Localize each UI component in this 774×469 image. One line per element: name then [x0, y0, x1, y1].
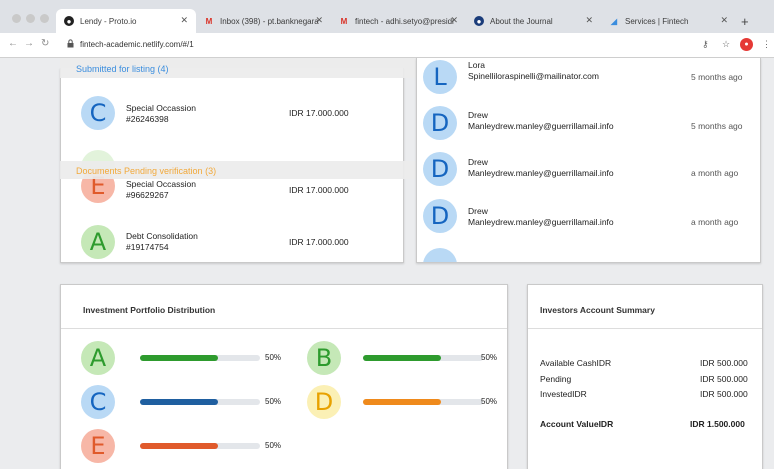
portfolio-title: Investment Portfolio Distribution — [83, 305, 216, 315]
close-icon[interactable]: ✕ — [720, 15, 728, 26]
window-dot[interactable] — [40, 14, 49, 23]
portfolio-progress-track — [140, 443, 260, 449]
user-name: Lora — [468, 60, 486, 70]
portfolio-progress-track — [363, 399, 483, 405]
dashboard: C Special Occassion #26246398 IDR 17.000… — [0, 58, 774, 469]
portfolio-progress-track — [363, 355, 483, 361]
user-name: Drew — [468, 157, 488, 167]
user-name: Drew — [468, 206, 488, 216]
fintech-icon: ◢ — [610, 16, 618, 26]
portfolio-progress-track — [140, 399, 260, 405]
close-icon[interactable]: ✕ — [585, 15, 593, 26]
portfolio-avatar: D — [307, 385, 341, 419]
portfolio-percent: 50% — [481, 353, 498, 362]
listing-id: #26246398 — [126, 114, 169, 124]
forward-icon[interactable]: → — [24, 38, 34, 49]
listing-id: #96629267 — [126, 190, 169, 200]
tab-about-journal[interactable]: ● About the Journal ✕ — [466, 9, 601, 33]
journal-icon: ● — [474, 16, 484, 26]
portfolio-card: Investment Portfolio Distribution A 50% B 5… — [60, 284, 508, 469]
proto-icon: ● — [64, 16, 74, 26]
divider — [61, 328, 507, 329]
browser-tab-bar: ● Lendy - Proto.io ✕ M Inbox (398) - pt.… — [0, 0, 774, 33]
portfolio-percent: 50% — [265, 397, 282, 406]
summary-value: IDR 500.000 — [700, 358, 748, 368]
close-icon[interactable]: ✕ — [180, 15, 188, 26]
portfolio-percent: 50% — [265, 353, 282, 362]
users-card: L Lora Spinelliloraspinelli@mailinator.c… — [416, 58, 761, 263]
summary-card: Investors Account Summary Available Cash… — [527, 284, 763, 469]
user-email: Manleydrew.manley@guerrillamail.info — [468, 121, 614, 131]
avatar: D — [423, 152, 457, 186]
portfolio-avatar: E — [81, 429, 115, 463]
user-time: 5 months ago — [691, 72, 743, 82]
portfolio-avatar: C — [81, 385, 115, 419]
user-time: 5 months ago — [691, 121, 743, 131]
submitted-label: Submitted for listing (4) — [76, 64, 169, 74]
address-bar: ← → ↻ fintech-academic.netlify.com/#/1 ⚷… — [0, 33, 774, 58]
tab-services-fintech[interactable]: ◢ Services | Fintech ✕ — [601, 9, 736, 33]
avatar: D — [423, 199, 457, 233]
divider — [528, 328, 762, 329]
portfolio-avatar: A — [81, 341, 115, 375]
user-time: a month ago — [691, 168, 739, 178]
user-time: a month ago — [691, 217, 739, 227]
close-icon[interactable]: ✕ — [450, 15, 458, 26]
new-tab-icon[interactable]: + — [741, 14, 749, 29]
window-dot[interactable] — [26, 14, 35, 23]
summary-title: Investors Account Summary — [540, 305, 655, 315]
close-icon[interactable]: ✕ — [315, 15, 323, 26]
portfolio-progress-track — [140, 355, 260, 361]
listing-name: Special Occassion — [126, 103, 196, 113]
window-dot[interactable] — [12, 14, 21, 23]
gmail-icon: M — [340, 16, 348, 26]
listing-name: Debt Consolidation — [126, 231, 198, 241]
key-icon[interactable]: ⚷ — [702, 39, 709, 50]
avatar: C — [81, 96, 115, 130]
portfolio-progress-fill — [140, 399, 218, 405]
listing-name: Special Occassion — [126, 179, 196, 189]
user-email: Manleydrew.manley@guerrillamail.info — [468, 168, 614, 178]
portfolio-progress-fill — [363, 399, 441, 405]
gmail-icon: M — [205, 16, 213, 26]
pending-label: Documents Pending verification (3) — [76, 166, 217, 176]
portfolio-progress-fill — [140, 355, 218, 361]
summary-value: IDR 500.000 — [700, 374, 748, 384]
summary-label: Available CashIDR — [540, 358, 612, 368]
portfolio-progress-fill — [363, 355, 441, 361]
profile-avatar-icon[interactable]: ● — [740, 38, 753, 51]
url-field[interactable]: fintech-academic.netlify.com/#/1 — [80, 40, 194, 49]
star-icon[interactable]: ☆ — [722, 39, 730, 50]
summary-label: InvestedIDR — [540, 389, 587, 399]
portfolio-percent: 50% — [265, 441, 282, 450]
portfolio-percent: 50% — [481, 397, 498, 406]
tab-lendy[interactable]: ● Lendy - Proto.io ✕ — [56, 9, 196, 33]
lock-icon — [67, 39, 74, 48]
menu-icon[interactable]: ⋮ — [762, 39, 771, 50]
listing-amount: IDR 17.000.000 — [289, 237, 349, 247]
tab-inbox[interactable]: M Inbox (398) - pt.banknegara ✕ — [196, 9, 331, 33]
user-email: Spinelliloraspinelli@mailinator.com — [468, 71, 599, 81]
avatar-partial — [423, 248, 457, 262]
account-value-label: Account ValueIDR — [540, 419, 614, 429]
account-value: IDR 1.500.000 — [690, 419, 745, 429]
listing-amount: IDR 17.000.000 — [289, 185, 349, 195]
submitted-header[interactable]: Submitted for listing (4) — [60, 58, 416, 78]
portfolio-avatar: B — [307, 341, 341, 375]
avatar: D — [423, 106, 457, 140]
avatar: A — [81, 225, 115, 259]
tab-fintech[interactable]: M fintech - adhi.setyo@presidi ✕ — [331, 9, 466, 33]
back-icon[interactable]: ← — [8, 38, 18, 49]
portfolio-progress-fill — [140, 443, 218, 449]
summary-value: IDR 500.000 — [700, 389, 748, 399]
user-email: Manleydrew.manley@guerrillamail.info — [468, 217, 614, 227]
reload-icon[interactable]: ↻ — [41, 38, 49, 49]
avatar: L — [423, 60, 457, 94]
listing-id: #19174754 — [126, 242, 169, 252]
user-name: Drew — [468, 110, 488, 120]
listing-amount: IDR 17.000.000 — [289, 108, 349, 118]
pending-header[interactable]: Documents Pending verification (3) — [60, 161, 416, 179]
summary-label: Pending — [540, 374, 572, 384]
